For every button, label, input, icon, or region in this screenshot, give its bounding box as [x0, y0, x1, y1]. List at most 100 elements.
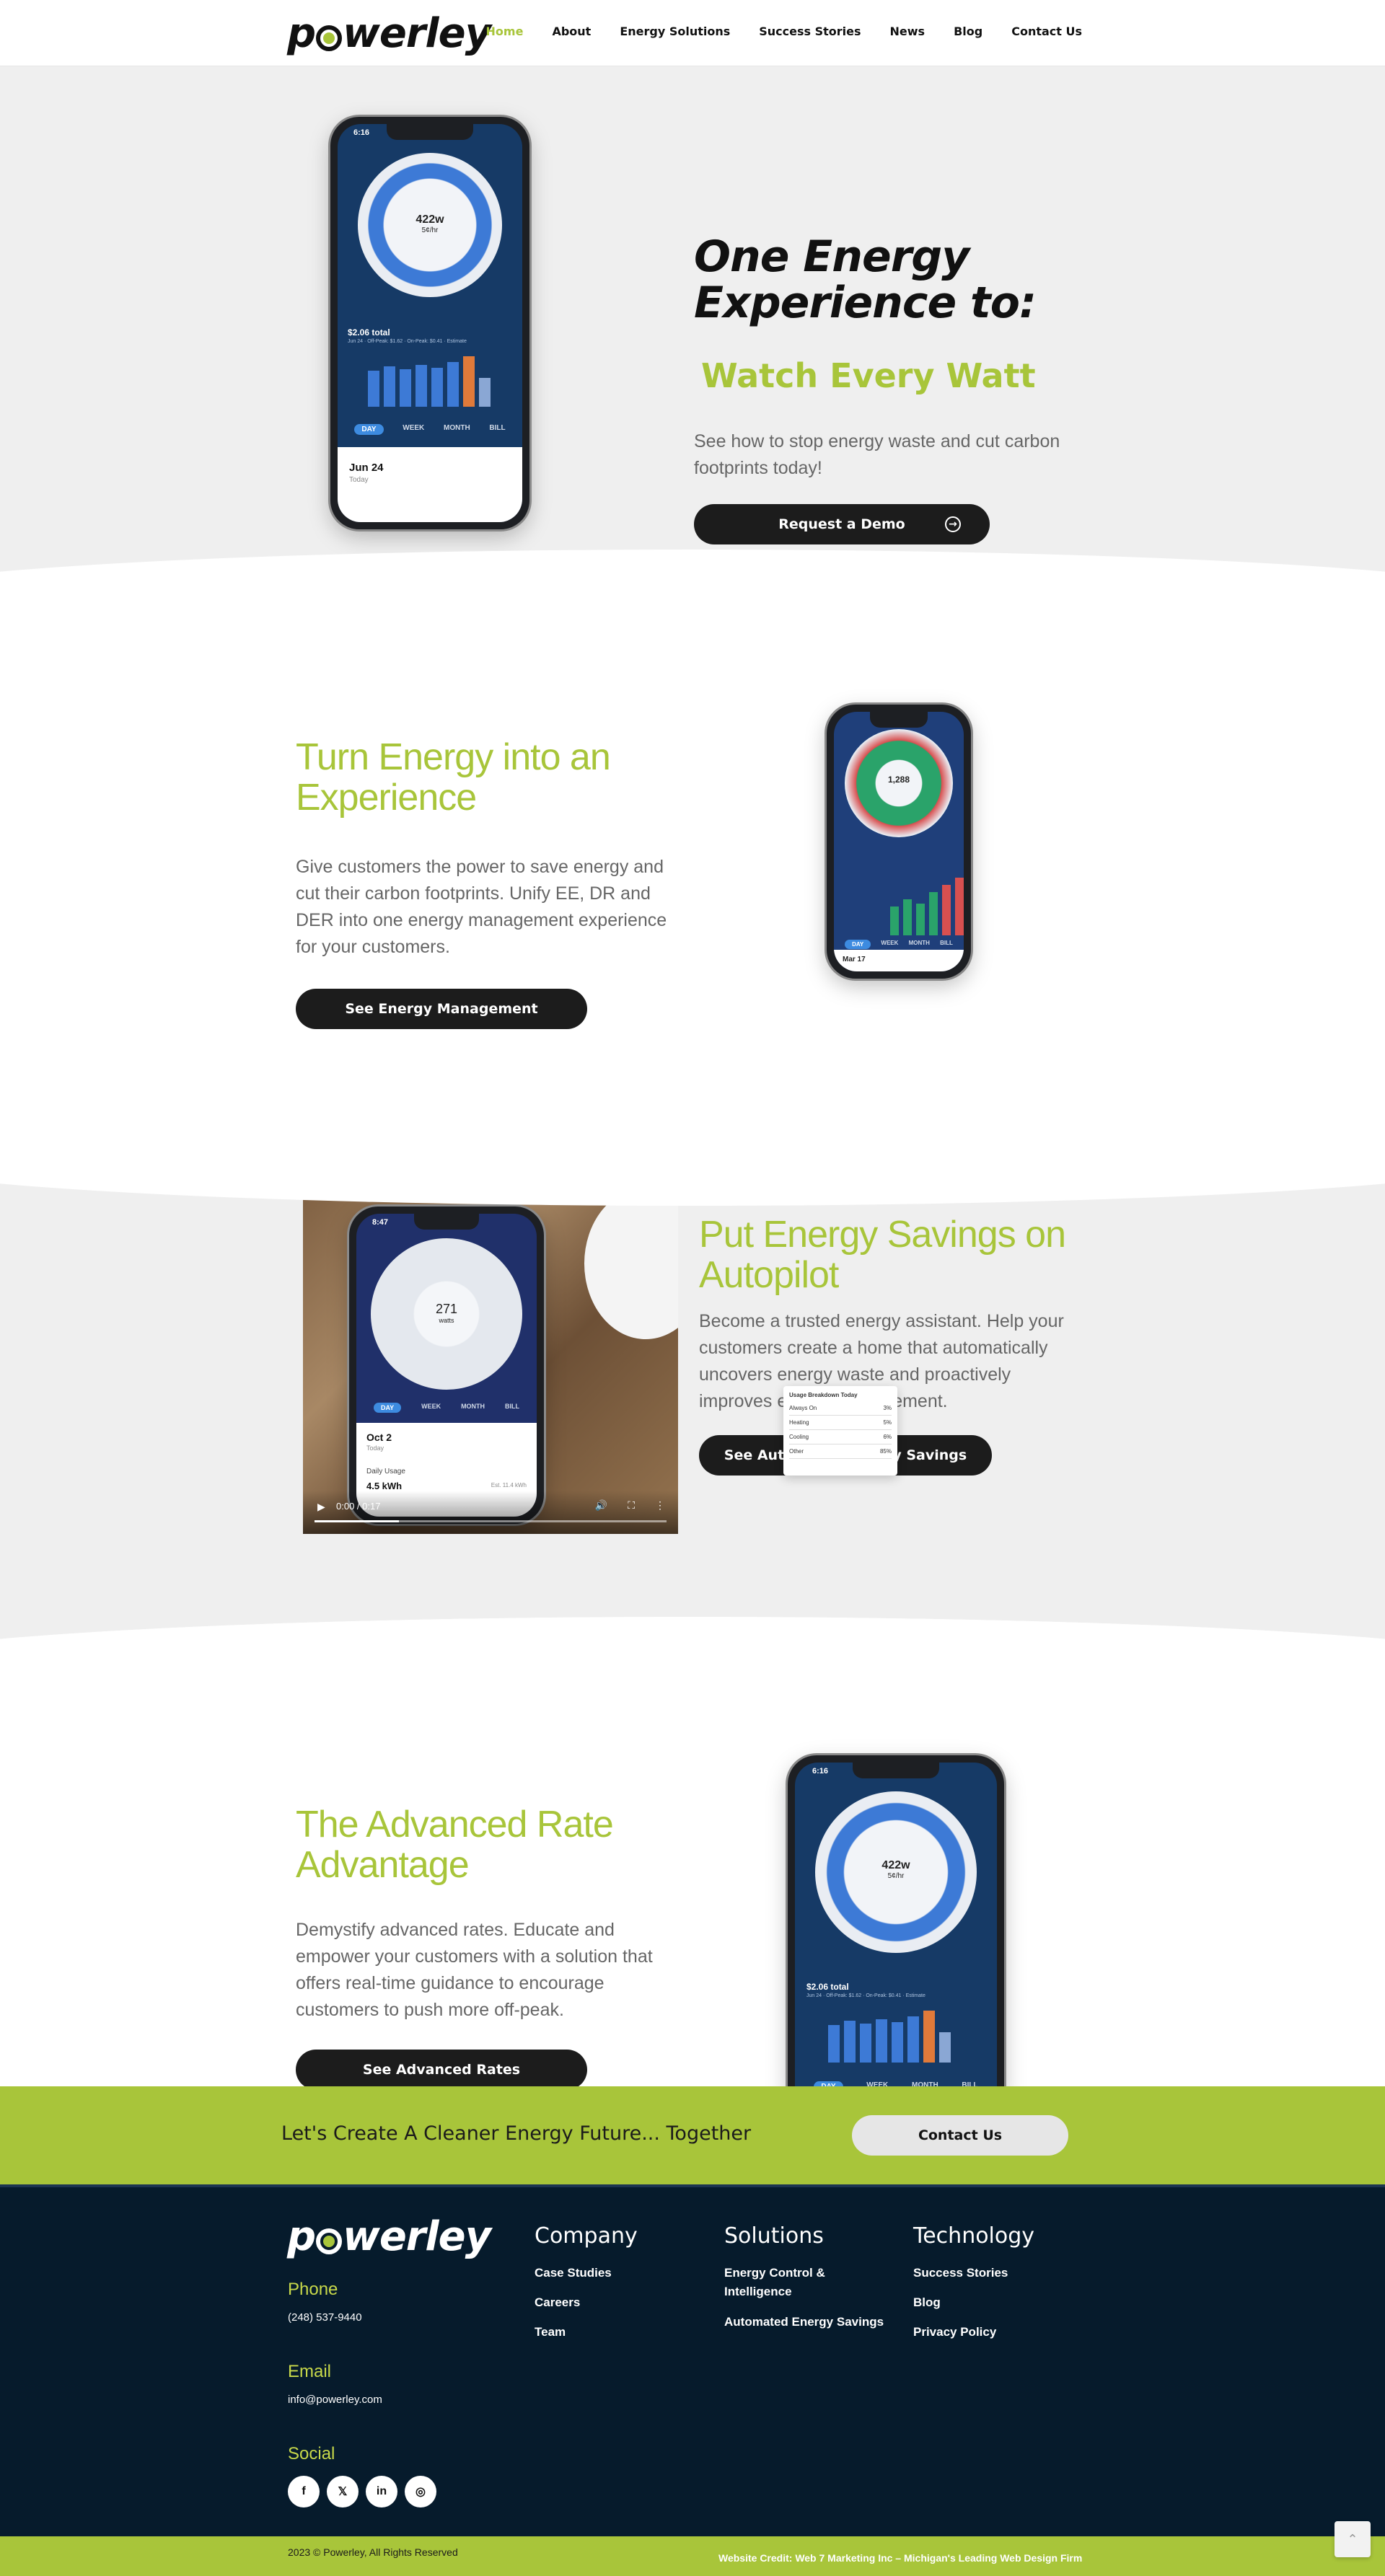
tab-day[interactable]: DAY — [845, 940, 871, 949]
footer-link-automated-energy-savings[interactable]: Automated Energy Savings — [724, 2313, 884, 2332]
section2-title: Turn Energy into an Experience — [296, 736, 611, 819]
phone-total: $2.06 total — [806, 1982, 849, 1992]
footer-link-team[interactable]: Team — [535, 2323, 566, 2342]
video-controls: ▶ 0:00 / 0:17 🔊 ⛶ ⋮ — [303, 1491, 678, 1534]
nav-contact-us[interactable]: Contact Us — [1011, 25, 1082, 38]
copyright-bar: 2023 © Powerley, All Rights Reserved Web… — [0, 2536, 1385, 2576]
social-label: Social — [288, 2444, 335, 2463]
site-footer: p werley Phone (248) 537-9440 Email info@… — [0, 2184, 1385, 2536]
footer-link-careers[interactable]: Careers — [535, 2293, 580, 2312]
autopilot-video[interactable]: 8:47 271 watts DAY WEEK MONTH BILL Oct 2 … — [303, 1159, 678, 1534]
nav-energy-solutions[interactable]: Energy Solutions — [620, 25, 730, 38]
period-tabs: DAY WEEK MONTH BILL — [364, 1403, 529, 1413]
section2-phone-mockup: 1,288 DAY WEEK MONTH BILL Mar 17 — [827, 705, 971, 979]
phone-label: Phone — [288, 2280, 338, 2299]
nav-blog[interactable]: Blog — [954, 25, 982, 38]
request-demo-button[interactable]: Request a Demo → — [694, 504, 990, 544]
tab-week[interactable]: WEEK — [421, 1403, 441, 1413]
linkedin-icon[interactable]: in — [366, 2476, 397, 2507]
dial-value: 1,288 — [887, 775, 910, 785]
autopilot-section — [0, 1105, 1385, 1718]
phone-number[interactable]: (248) 537-9440 — [288, 2311, 362, 2324]
scroll-to-top-button[interactable]: ⌃ — [1335, 2521, 1371, 2557]
tab-month[interactable]: MONTH — [461, 1403, 485, 1413]
x-twitter-icon[interactable]: 𝕏 — [327, 2476, 359, 2507]
tab-bill[interactable]: BILL — [489, 424, 505, 435]
footer-link-energy-control[interactable]: Energy Control & Intelligence — [724, 2264, 869, 2301]
hero-title: One Energy Experience to: — [694, 231, 1037, 328]
footer-link-blog[interactable]: Blog — [913, 2293, 941, 2312]
piggy-bank-image — [584, 1188, 678, 1339]
dial-rate: 5¢/hr — [421, 226, 439, 234]
hero-phone-mockup: 6:16 422w 5¢/hr $2.06 total Jun 24 · Off-… — [330, 117, 529, 529]
nav-about[interactable]: About — [552, 25, 591, 38]
energy-dial: 271 watts — [371, 1238, 522, 1390]
see-energy-management-button[interactable]: See Energy Management — [296, 989, 587, 1029]
footer-link-case-studies[interactable]: Case Studies — [535, 2264, 612, 2282]
more-options-icon[interactable]: ⋮ — [655, 1499, 665, 1512]
period-tabs: DAY WEEK MONTH BILL — [840, 940, 958, 949]
see-advanced-rates-button[interactable]: See Advanced Rates — [296, 2050, 587, 2090]
usage-row: Other 85% — [789, 1444, 892, 1459]
tab-day[interactable]: DAY — [373, 1403, 402, 1413]
phone-time: 6:16 — [812, 1767, 829, 1776]
usage-row: Heating 5% — [789, 1416, 892, 1430]
video-time: 0:00 / 0:17 — [336, 1501, 381, 1512]
energy-dial: 1,288 — [845, 729, 953, 837]
phone-time: 6:16 — [353, 128, 370, 137]
video-phone-mockup: 8:47 271 watts DAY WEEK MONTH BILL Oct 2 … — [349, 1207, 544, 1524]
play-icon[interactable]: ▶ — [317, 1501, 325, 1513]
period-tabs: DAY WEEK MONTH BILL — [345, 424, 515, 435]
copyright-text: 2023 © Powerley, All Rights Reserved — [288, 2546, 458, 2558]
footer-logo[interactable]: p werley — [287, 2213, 491, 2260]
volume-icon[interactable]: 🔊 — [595, 1499, 607, 1512]
usage-bar-chart — [890, 856, 964, 935]
contact-us-button[interactable]: Contact Us — [852, 2115, 1068, 2156]
usage-breakdown-card: Usage Breakdown Today Always On 3% Heatin… — [783, 1386, 897, 1476]
tab-day[interactable]: DAY — [354, 424, 384, 435]
tab-week[interactable]: WEEK — [881, 940, 898, 949]
site-header: p werley Home About Energy Solutions Succ… — [0, 0, 1385, 66]
phone-time: 8:47 — [372, 1218, 389, 1227]
main-nav: Home About Energy Solutions Success Stor… — [486, 25, 1082, 38]
phone-date-sub: Today — [349, 476, 369, 484]
phone-date: Mar 17 — [834, 950, 964, 971]
email-address[interactable]: info@powerley.com — [288, 2394, 382, 2406]
footer-link-privacy-policy[interactable]: Privacy Policy — [913, 2323, 996, 2342]
hero-description: See how to stop energy waste and cut car… — [694, 431, 1060, 478]
usage-bar-chart — [828, 2005, 951, 2063]
tab-bill[interactable]: BILL — [940, 940, 953, 949]
phone-total: $2.06 total — [348, 327, 390, 338]
fullscreen-icon[interactable]: ⛶ — [628, 1499, 635, 1512]
hero-section: 6:16 422w 5¢/hr $2.06 total Jun 24 · Off-… — [0, 66, 1385, 650]
nav-success-stories[interactable]: Success Stories — [759, 25, 861, 38]
footer-heading-company: Company — [535, 2223, 638, 2249]
website-credit[interactable]: Website Credit: Web 7 Marketing Inc – Mi… — [718, 2552, 1082, 2564]
video-progress-bar[interactable] — [315, 1520, 667, 1522]
section2-description: Give customers the power to save energy … — [296, 857, 667, 957]
energy-experience-section: Turn Energy into an Experience Give cust… — [0, 600, 1385, 1594]
powerley-logo[interactable]: p werley — [287, 10, 491, 57]
section4-description: Demystify advanced rates. Educate and em… — [296, 1920, 653, 2020]
tab-month[interactable]: MONTH — [444, 424, 470, 435]
usage-bar-chart — [368, 349, 491, 407]
energy-dial: 422w 5¢/hr — [815, 1791, 977, 1953]
phone-legend: Jun 24 · Off-Peak: $1.62 · On-Peak: $0.4… — [806, 1993, 925, 1998]
facebook-icon[interactable]: f — [288, 2476, 320, 2507]
phone-legend: Jun 24 · Off-Peak: $1.62 · On-Peak: $0.4… — [348, 339, 467, 344]
energy-dial: 422w 5¢/hr — [358, 153, 502, 297]
footer-heading-technology: Technology — [913, 2223, 1035, 2249]
instagram-icon[interactable]: ◎ — [405, 2476, 436, 2507]
phone-date-card: Jun 24 Today — [338, 447, 522, 522]
footer-link-success-stories[interactable]: Success Stories — [913, 2264, 1008, 2282]
tab-bill[interactable]: BILL — [505, 1403, 519, 1413]
tab-month[interactable]: MONTH — [909, 940, 930, 949]
section3-title: Put Energy Savings on Autopilot — [699, 1214, 1066, 1296]
usage-row: Cooling 6% — [789, 1430, 892, 1444]
usage-card-title: Usage Breakdown Today — [789, 1392, 858, 1398]
tab-week[interactable]: WEEK — [403, 424, 424, 435]
section4-phone-mockup: 6:16 422w 5¢/hr $2.06 total Jun 24 · Off-… — [788, 1755, 1004, 2094]
footer-heading-solutions: Solutions — [724, 2223, 824, 2249]
nav-news[interactable]: News — [890, 25, 925, 38]
nav-home[interactable]: Home — [486, 25, 524, 38]
